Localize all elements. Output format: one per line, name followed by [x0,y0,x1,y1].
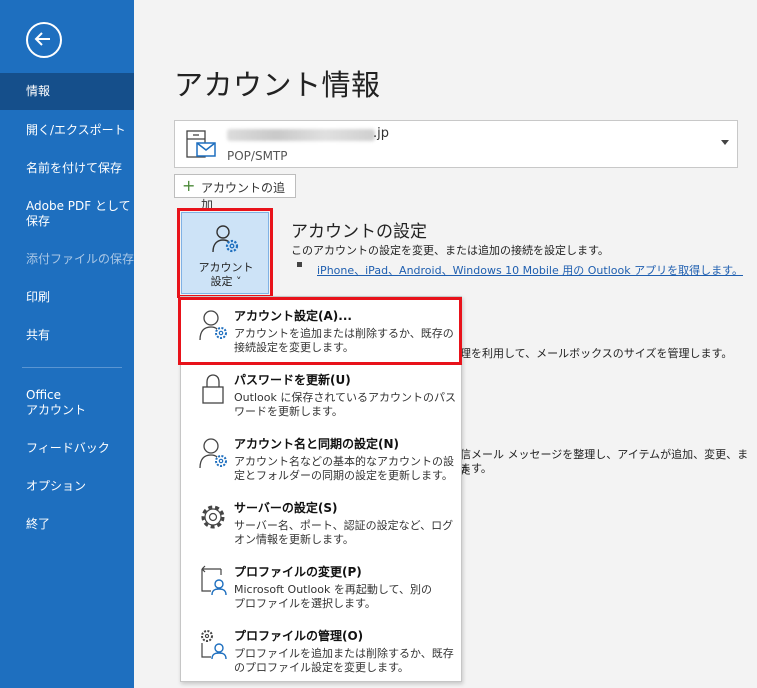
sidebar-divider [22,367,122,368]
rules-alerts-text-2: ます。 [460,462,492,475]
nav-exit[interactable]: 終了 [0,517,134,532]
dropdown-caret-icon [721,140,729,145]
account-email-suffix: .jp [373,126,389,141]
get-outlook-app-link[interactable]: iPhone、iPad、Android、Windows 10 Mobile 用の… [317,262,743,278]
account-selector[interactable]: .jp POP/SMTP [174,120,738,168]
user-gear-icon [199,438,227,469]
page-title: アカウント情報 [174,68,381,102]
profile-gear-icon [201,630,227,660]
nav-open-export[interactable]: 開く/エクスポート [0,123,134,138]
menu-item-account-name-sync[interactable]: アカウント名と同期の設定(N) アカウント名などの基本的なアカウントの設 定とフ… [181,427,461,489]
nav-save-adobe-pdf[interactable]: Adobe PDF として 保存 [0,199,134,229]
user-gear-icon [212,225,239,253]
nav-office-account[interactable]: Office アカウント [0,388,134,418]
gear-icon [201,505,225,529]
lock-icon [202,374,224,404]
bullet-icon [297,262,302,267]
section-title: アカウントの設定 [291,222,427,242]
menu-item-change-profile[interactable]: プロファイルの変更(P) Microsoft Outlook を再起動して、別の… [181,555,461,617]
account-type: POP/SMTP [227,149,288,163]
back-arrow-icon[interactable] [26,22,62,58]
plus-icon: + [182,176,196,195]
section-description: このアカウントの設定を変更、または追加の接続を設定します。 [291,244,609,257]
nav-share[interactable]: 共有 [0,328,134,343]
account-settings-menu: アカウント設定(A)... アカウントを追加または削除するか、既存の 接続設定を… [180,296,462,682]
nav-save-as[interactable]: 名前を付けて保存 [0,161,134,176]
account-settings-button[interactable]: アカウント 設定 ˅ [181,212,269,294]
switch-profile-icon [201,565,227,596]
add-account-button[interactable]: + アカウントの追加 [174,174,296,212]
nav-print[interactable]: 印刷 [0,290,134,305]
nav-info[interactable]: 情報 [0,73,134,110]
rules-alerts-text: 信メール メッセージを整理し、アイテムが追加、変更、また [460,448,749,477]
redacted-email [227,129,375,141]
mailbox-cleanup-text: 理を利用して、メールボックスのサイズを管理します。 [460,347,733,360]
menu-item-account-settings[interactable]: アカウント設定(A)... アカウントを追加または削除するか、既存の 接続設定を… [181,299,461,361]
nav-options[interactable]: オプション [0,479,134,494]
menu-item-update-password[interactable]: パスワードを更新(U) Outlook に保存されているアカウントのパス ワード… [181,363,461,425]
nav-feedback[interactable]: フィードバック [0,441,134,456]
menu-item-server-settings[interactable]: サーバーの設定(S) サーバー名、ポート、認証の設定など、ログ オン情報を更新し… [181,491,461,553]
user-gear-icon [199,310,227,341]
menu-item-manage-profiles[interactable]: プロファイルの管理(O) プロファイルを追加または削除するか、既存 のプロファイ… [181,619,461,681]
backstage-sidebar: 情報 開く/エクスポート 名前を付けて保存 Adobe PDF として 保存 添付… [0,0,134,688]
nav-save-attachments: 添付ファイルの保存 [26,252,135,266]
mailbox-icon [186,130,216,158]
